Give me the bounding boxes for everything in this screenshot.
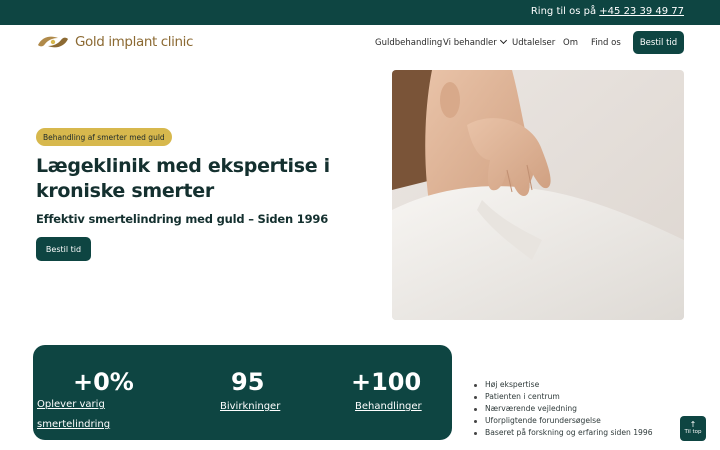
list-item: Uforpligtende forundersøgelse xyxy=(474,415,653,427)
back-to-top-label: Til top xyxy=(684,429,702,435)
hero-image xyxy=(392,70,684,320)
nav-guldbehandling[interactable]: Guldbehandling xyxy=(375,38,442,48)
list-item: Høj ekspertise xyxy=(474,379,653,391)
arrow-up-icon: ↑ xyxy=(689,420,697,429)
gold-hands-logo-icon xyxy=(38,36,68,48)
woman-holding-neck-photo xyxy=(392,70,684,320)
brand-name: Gold implant clinic xyxy=(75,34,194,50)
stat-label-relief-line1[interactable]: Oplever varig xyxy=(37,399,105,410)
nav-om[interactable]: Om xyxy=(563,38,578,48)
stat-value-side-effects: 95 xyxy=(231,368,265,396)
book-appointment-hero-button[interactable]: Bestil tid xyxy=(36,237,91,261)
brand-logo[interactable]: Gold implant clinic xyxy=(36,31,193,53)
stat-label-side-effects[interactable]: Bivirkninger xyxy=(220,401,280,412)
list-item: Nærværende vejledning xyxy=(474,403,653,415)
list-item: Baseret på forskning og erfaring siden 1… xyxy=(474,427,653,439)
features-list: Høj ekspertise Patienten i centrum Nærvæ… xyxy=(474,379,653,439)
hero-title: Lægeklinik med ekspertise i kroniske sme… xyxy=(36,155,330,202)
hero-badge: Behandling af smerter med guld xyxy=(36,128,172,146)
nav-label: Vi behandler xyxy=(443,38,497,48)
book-appointment-nav-button[interactable]: Bestil tid xyxy=(633,31,684,54)
stat-label-treatments[interactable]: Behandlinger xyxy=(355,401,422,412)
nav-udtalelser[interactable]: Udtalelser xyxy=(512,38,555,48)
nav-find-os[interactable]: Find os xyxy=(591,38,621,48)
stat-label-relief-line2[interactable]: smertelindring xyxy=(37,419,110,430)
top-bar: Ring til os på +45 23 39 49 77 xyxy=(0,0,720,25)
list-item: Patienten i centrum xyxy=(474,391,653,403)
nav-label: Om xyxy=(563,38,578,48)
phone-link[interactable]: +45 23 39 49 77 xyxy=(599,6,684,17)
call-us: Ring til os på +45 23 39 49 77 xyxy=(531,6,684,17)
nav-vi-behandler[interactable]: Vi behandler xyxy=(443,36,507,48)
chevron-down-icon xyxy=(499,36,507,45)
call-prefix: Ring til os på xyxy=(530,6,597,17)
back-to-top-button[interactable]: ↑ Til top xyxy=(680,416,706,441)
stat-value-treatments: +100 xyxy=(351,368,422,396)
nav-label: Find os xyxy=(591,38,621,48)
nav-label: Guldbehandling xyxy=(375,38,443,48)
nav-label: Udtalelser xyxy=(512,38,556,48)
stat-value-relief: +0% xyxy=(73,368,134,396)
hero-subtitle: Effektiv smertelindring med guld – Siden… xyxy=(36,212,329,226)
